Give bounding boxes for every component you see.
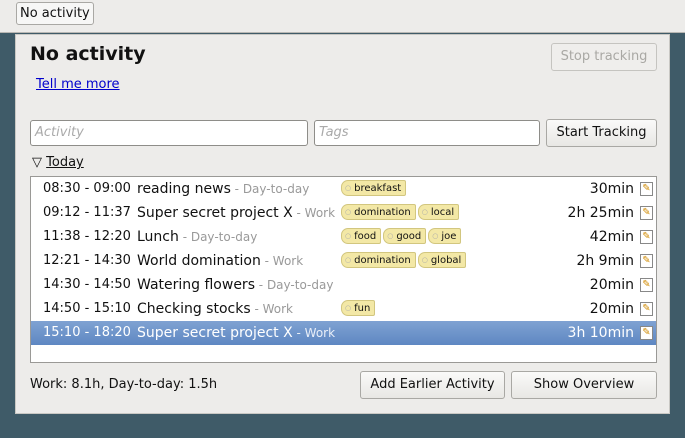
fact-name: Lunch <box>137 229 179 245</box>
fact-category: - Day-to-day <box>230 182 310 196</box>
fact-name: Super secret project X <box>137 205 293 221</box>
fact-row[interactable]: 14:50 - 15:10 Checking stocks - Work fun… <box>31 297 656 321</box>
fact-tags: breakfast <box>341 180 407 196</box>
fact-name: Watering flowers <box>137 277 255 293</box>
fact-row[interactable]: 14:30 - 14:50 Watering flowers - Day-to-… <box>31 273 656 297</box>
fact-duration: 3h 10min <box>567 325 634 341</box>
fact-row[interactable]: 12:21 - 14:30 World domination - Work do… <box>31 249 656 273</box>
tag: breakfast <box>341 180 407 196</box>
fact-time: 14:30 - 14:50 <box>43 277 131 292</box>
tag: global <box>417 252 467 268</box>
fact-row[interactable]: 11:38 - 12:20 Lunch - Day-to-day foodgoo… <box>31 225 656 249</box>
activity-input[interactable]: Activity <box>30 120 308 146</box>
fact-category: - Work <box>260 254 304 268</box>
add-earlier-activity-button[interactable]: Add Earlier Activity <box>360 371 505 399</box>
stop-tracking-button[interactable]: Stop tracking <box>551 43 657 71</box>
fact-time: 12:21 - 14:30 <box>43 253 131 268</box>
fact-row[interactable]: 09:12 - 11:37 Super secret project X - W… <box>31 201 656 225</box>
fact-tags: foodgoodjoe <box>341 228 462 244</box>
fact-name: Super secret project X <box>137 325 293 341</box>
tag: good <box>383 228 427 244</box>
fact-tags: dominationglobal <box>341 252 467 268</box>
top-panel: No activity <box>0 0 685 33</box>
start-tracking-button[interactable]: Start Tracking <box>546 119 657 147</box>
fact-time: 11:38 - 12:20 <box>43 229 131 244</box>
fact-time: 09:12 - 11:37 <box>43 205 131 220</box>
tag: domination <box>341 204 416 220</box>
show-overview-button[interactable]: Show Overview <box>511 371 657 399</box>
tag: food <box>341 228 382 244</box>
edit-icon[interactable]: ✎ <box>640 230 653 244</box>
tag: domination <box>341 252 416 268</box>
triangle-down-icon: ▽ <box>32 155 47 170</box>
tag: fun <box>341 300 376 316</box>
fact-category: - Work <box>250 302 293 316</box>
edit-icon[interactable]: ✎ <box>640 302 653 316</box>
page-title: No activity <box>30 43 146 65</box>
fact-tags: dominationlocal <box>341 204 460 220</box>
edit-icon[interactable]: ✎ <box>640 278 653 292</box>
totals-text: Work: 8.1h, Day-to-day: 1.5h <box>30 377 218 392</box>
edit-icon[interactable]: ✎ <box>640 254 653 268</box>
tell-me-more-link[interactable]: Tell me more <box>36 77 120 92</box>
edit-icon[interactable]: ✎ <box>640 326 653 340</box>
fact-duration: 42min <box>589 229 634 245</box>
fact-time: 15:10 - 18:20 <box>43 325 131 340</box>
fact-duration: 30min <box>589 181 634 197</box>
edit-icon[interactable]: ✎ <box>640 182 653 196</box>
fact-category: - Day-to-day <box>254 278 334 292</box>
today-expander[interactable]: ▽ Today <box>32 155 84 170</box>
fact-category: - Work <box>292 326 336 340</box>
fact-time: 14:50 - 15:10 <box>43 301 131 316</box>
fact-category: - Day-to-day <box>178 230 258 244</box>
today-label: Today <box>46 155 84 170</box>
fact-time: 08:30 - 09:00 <box>43 181 131 196</box>
applet-button[interactable]: No activity <box>16 2 94 25</box>
fact-category: - Work <box>292 206 336 220</box>
fact-duration: 20min <box>589 301 634 317</box>
fact-duration: 20min <box>589 277 634 293</box>
fact-duration: 2h 25min <box>567 205 634 221</box>
fact-row[interactable]: 08:30 - 09:00 reading news - Day-to-day … <box>31 177 656 201</box>
tag: local <box>417 204 460 220</box>
fact-row[interactable]: 15:10 - 18:20 Super secret project X - W… <box>31 321 656 345</box>
fact-duration: 2h 9min <box>576 253 634 269</box>
tag: joe <box>428 228 462 244</box>
fact-name: World domination <box>137 253 261 269</box>
facts-list[interactable]: 08:30 - 09:00 reading news - Day-to-day … <box>30 176 657 363</box>
fact-name: reading news <box>137 181 231 197</box>
fact-tags: fun <box>341 300 376 316</box>
tags-input[interactable]: Tags <box>314 120 540 146</box>
edit-icon[interactable]: ✎ <box>640 206 653 220</box>
fact-name: Checking stocks <box>137 301 251 317</box>
tracker-window: No activity Stop tracking Tell me more A… <box>15 34 670 414</box>
